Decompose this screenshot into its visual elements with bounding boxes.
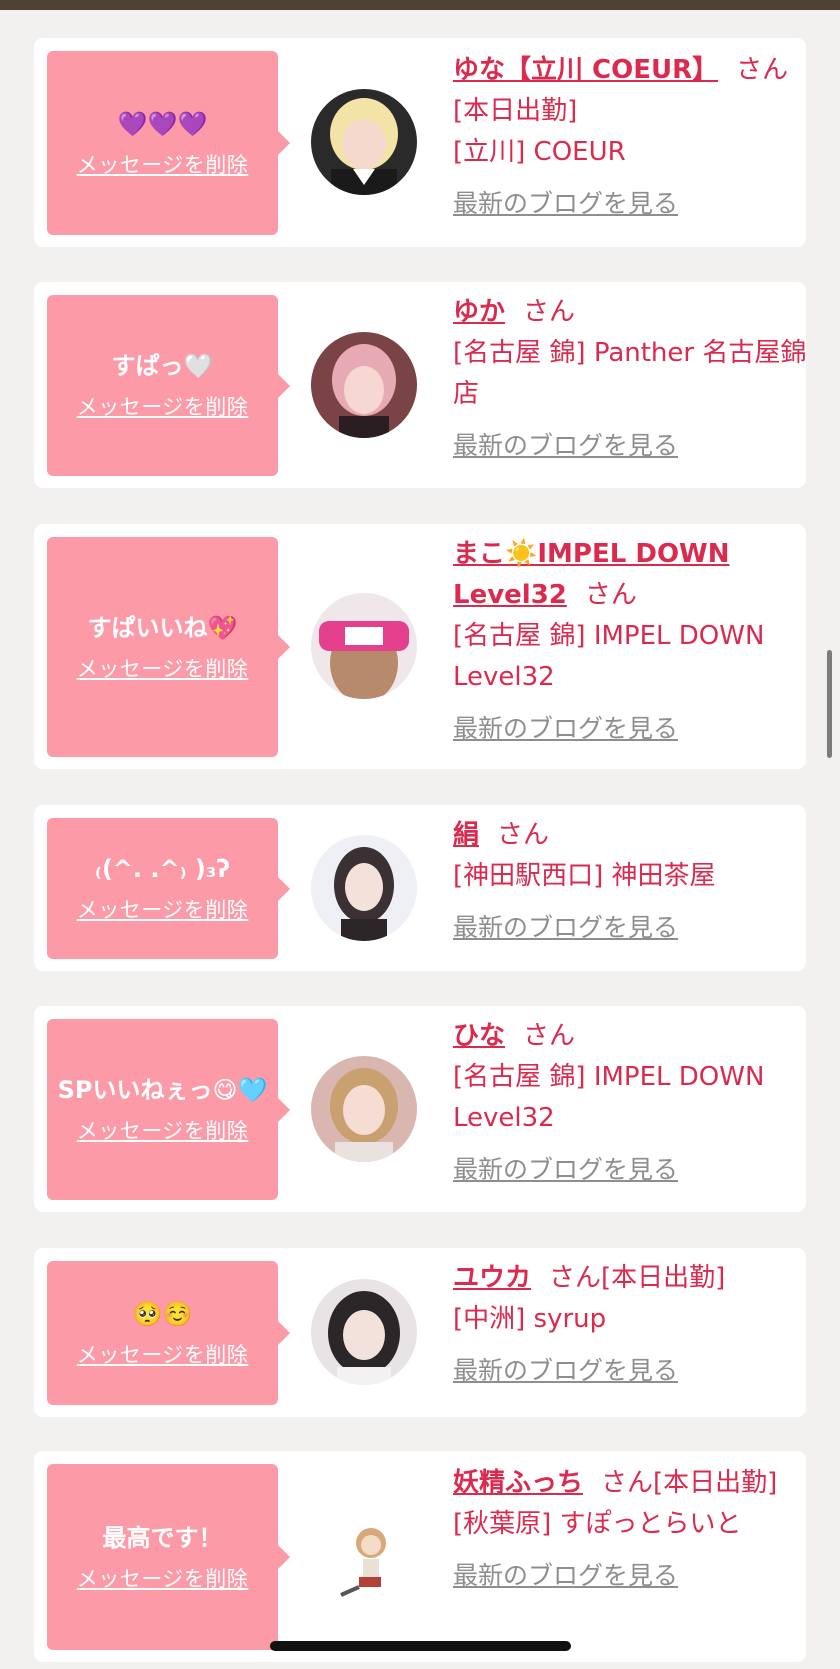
latest-blog-link[interactable]: 最新のブログを見る	[453, 183, 678, 224]
delete-message-link[interactable]: メッセージを削除	[77, 1115, 249, 1145]
shop-name: [名古屋 錦] IMPEL DOWN Level32	[453, 1062, 765, 1133]
message-card: 最高です！ メッセージを削除 妖精ふっち さん[本日出勤] [秋葉原] すぽっとら…	[34, 1451, 806, 1662]
sender-info: ユウカ さん[本日出勤] [中洲] syrup 最新のブログを見る	[453, 1258, 823, 1392]
message-bubble: すぱいいね💖 メッセージを削除	[47, 537, 290, 757]
message-bubble: SPいいねぇっ😋🩵 メッセージを削除	[47, 1019, 290, 1200]
sender-name-link[interactable]: 妖精ふっち	[453, 1468, 583, 1498]
status-text: [本日出勤]	[601, 1263, 726, 1293]
delete-message-link[interactable]: メッセージを削除	[77, 1339, 249, 1369]
scrollbar[interactable]	[827, 650, 832, 758]
delete-message-link[interactable]: メッセージを削除	[77, 1563, 249, 1593]
sender-name-link[interactable]: ゆか	[453, 297, 505, 327]
sender-info: ひな さん [名古屋 錦] IMPEL DOWN Level32 最新のブログを見…	[453, 1016, 823, 1191]
shop-name: [神田駅西口] 神田茶屋	[453, 861, 716, 891]
message-text: 💜💜💜	[117, 109, 208, 138]
latest-blog-link[interactable]: 最新のブログを見る	[453, 1350, 678, 1391]
delete-message-link[interactable]: メッセージを削除	[77, 894, 249, 924]
status-text: [本日出勤]	[453, 96, 578, 126]
sender-name-link[interactable]: ゆな【立川 COEUR】	[453, 55, 718, 85]
message-bubble: 🥺☺️ メッセージを削除	[47, 1261, 290, 1405]
sender-info: ゆな【立川 COEUR】 さん [本日出勤] [立川] COEUR 最新のブログを見…	[453, 50, 823, 225]
honorific: さん	[601, 1468, 654, 1498]
shop-name: [名古屋 錦] IMPEL DOWN Level32	[453, 621, 765, 692]
avatar[interactable]	[311, 1279, 417, 1385]
message-bubble: すぱっ🤍 メッセージを削除	[47, 295, 290, 476]
latest-blog-link[interactable]: 最新のブログを見る	[453, 1149, 678, 1190]
message-text: 最高です！	[102, 1523, 223, 1552]
message-text: 🥺☺️	[132, 1299, 193, 1328]
honorific: さん	[584, 580, 637, 610]
honorific: さん	[497, 820, 550, 850]
sender-name-link[interactable]: ひな	[453, 1021, 505, 1051]
latest-blog-link[interactable]: 最新のブログを見る	[453, 1555, 678, 1596]
avatar[interactable]	[311, 89, 417, 195]
delete-message-link[interactable]: メッセージを削除	[77, 653, 249, 683]
honorific: さん	[549, 1263, 602, 1293]
delete-message-link[interactable]: メッセージを削除	[77, 149, 249, 179]
message-text: すぱっ🤍	[111, 352, 214, 380]
message-card: 💜💜💜 メッセージを削除 ゆな【立川 COEUR】 さん [本日出勤] [立川] C…	[34, 38, 806, 247]
message-card: 🥺☺️ メッセージを削除 ユウカ さん[本日出勤] [中洲] syrup 最新のブ…	[34, 1248, 806, 1417]
message-card: すぱっ🤍 メッセージを削除 ゆか さん [名古屋 錦] Panther 名古屋錦店…	[34, 282, 806, 488]
sender-info: まこ☀️IMPEL DOWN Level32 さん [名古屋 錦] IMPEL D…	[453, 534, 823, 750]
message-text: SPいいねぇっ😋🩵	[57, 1076, 268, 1104]
avatar[interactable]	[311, 332, 417, 438]
home-indicator[interactable]	[270, 1641, 571, 1651]
status-text: [本日出勤]	[653, 1468, 778, 1498]
avatar[interactable]	[311, 835, 417, 941]
message-card: ₍(^. .^₎ )₃ʔ メッセージを削除 絹さん [神田駅西口] 神田茶屋 最…	[34, 805, 806, 971]
avatar[interactable]	[311, 593, 417, 699]
avatar[interactable]	[311, 1056, 417, 1162]
latest-blog-link[interactable]: 最新のブログを見る	[453, 708, 678, 749]
sender-info: ゆか さん [名古屋 錦] Panther 名古屋錦店 最新のブログを見る	[453, 292, 823, 467]
message-text: ₍(^. .^₎ )₃ʔ	[94, 855, 231, 883]
honorific: さん	[523, 297, 576, 327]
latest-blog-link[interactable]: 最新のブログを見る	[453, 907, 678, 948]
delete-message-link[interactable]: メッセージを削除	[77, 391, 249, 421]
shop-name: [名古屋 錦] Panther 名古屋錦店	[453, 338, 807, 409]
avatar[interactable]	[311, 1503, 417, 1609]
header-bar	[0, 0, 840, 10]
message-text: すぱいいね💖	[87, 613, 238, 642]
message-bubble: 💜💜💜 メッセージを削除	[47, 51, 290, 235]
sender-name-link[interactable]: ユウカ	[453, 1263, 531, 1293]
message-card: SPいいねぇっ😋🩵 メッセージを削除 ひな さん [名古屋 錦] IMPEL DO…	[34, 1006, 806, 1212]
shop-name: [中洲] syrup	[453, 1304, 607, 1334]
sender-info: 絹さん [神田駅西口] 神田茶屋 最新のブログを見る	[453, 815, 823, 949]
sender-info: 妖精ふっち さん[本日出勤] [秋葉原] すぽっとらいと 最新のブログを見る	[453, 1463, 823, 1597]
message-card: すぱいいね💖 メッセージを削除 まこ☀️IMPEL DOWN Level32 さん…	[34, 524, 806, 769]
message-bubble: 最高です！ メッセージを削除	[47, 1464, 290, 1650]
shop-name: [立川] COEUR	[453, 137, 626, 167]
shop-name: [秋葉原] すぽっとらいと	[453, 1509, 742, 1539]
message-bubble: ₍(^. .^₎ )₃ʔ メッセージを削除	[47, 818, 290, 959]
honorific: さん	[523, 1021, 576, 1051]
sender-name-link[interactable]: 絹	[453, 820, 479, 850]
honorific: さん	[736, 55, 789, 85]
latest-blog-link[interactable]: 最新のブログを見る	[453, 425, 678, 466]
